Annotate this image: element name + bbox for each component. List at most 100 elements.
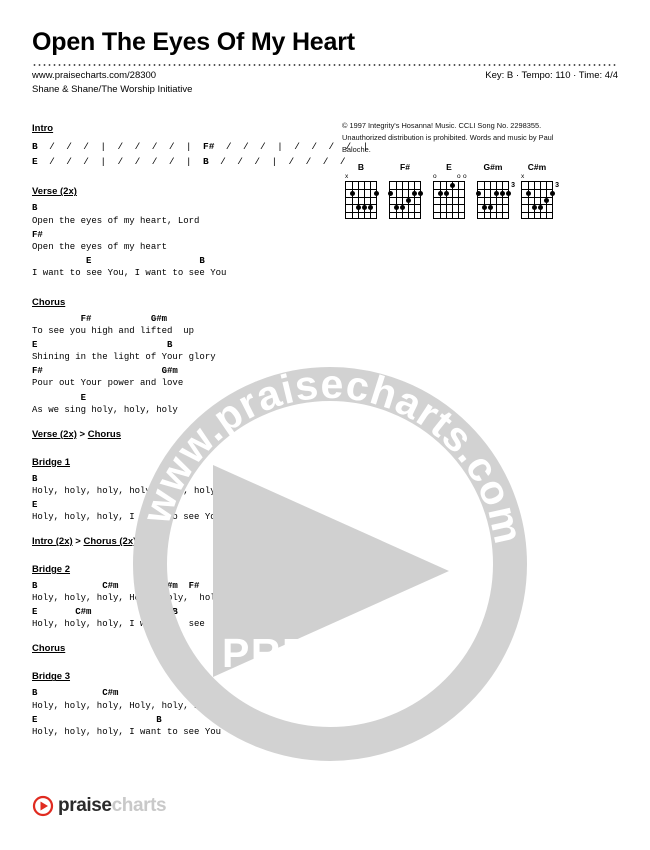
chord-line: F# G#m	[32, 366, 178, 377]
finger-dot	[349, 190, 355, 196]
finger-dot	[411, 190, 417, 196]
string-line	[446, 182, 447, 218]
string-line	[458, 182, 459, 218]
lyric-line: Open the eyes of my heart	[32, 241, 168, 252]
play-circle-icon	[32, 795, 54, 817]
finger-dot	[417, 190, 423, 196]
chart-body: Intro B / / / | / / / / | F# / / / | / / …	[32, 118, 369, 751]
nav-arrow: >	[79, 428, 86, 440]
finger-dot	[537, 205, 543, 211]
chord-diagram-row: Bx F# Eo o o G#m 3 C#m x 3	[342, 162, 559, 219]
fret-line	[434, 204, 464, 206]
open-string-icon: o	[433, 173, 437, 180]
section-nav-chorus: Chorus	[32, 643, 332, 654]
finger-dot	[475, 190, 481, 196]
chord-line: B C#m G#m F#	[32, 581, 200, 592]
chord-diagram-name: C#m	[527, 162, 547, 172]
open-mute-markers: ooo	[430, 173, 468, 181]
lyric-line: As we sing holy, holy, holy	[32, 404, 178, 415]
fretboard-grid: 3	[521, 181, 559, 219]
nav-section-link[interactable]: Chorus (2x)	[83, 536, 136, 547]
fret-line	[434, 196, 464, 198]
section-label: Bridge 2	[32, 564, 71, 576]
chord-line: B C#m	[32, 688, 119, 699]
section-nav-verse-2x-: Verse (2x) > Chorus	[32, 429, 332, 440]
measure-line: E / / / | / / / / | B / / / | / / / /	[32, 156, 346, 168]
section-chorus: Chorus F# G#m To see you high and lifted …	[32, 292, 332, 417]
section-nav-intro-2x-: Intro (2x) > Chorus (2x)	[32, 536, 332, 547]
open-string-icon: o	[457, 173, 461, 180]
base-fret-number: 3	[511, 182, 515, 189]
section-bridge-1: Bridge 1 B Holy, holy, holy, holy, holy, h…	[32, 452, 332, 524]
nav-line: Chorus	[32, 643, 332, 654]
string-line	[490, 182, 491, 218]
string-line	[358, 182, 359, 218]
finger-dot	[499, 190, 505, 196]
lyric-line: Holy, holy, holy, I want to see You	[32, 512, 222, 523]
lyric-line: I want to see You, I want to see You	[32, 267, 227, 278]
lyric-line: Shining in the light of Your glory	[32, 352, 216, 363]
section-label: Chorus	[32, 296, 66, 308]
chord-line: E	[32, 392, 87, 403]
fretboard-grid	[345, 181, 379, 219]
finger-dot	[387, 190, 393, 196]
string-line	[540, 182, 541, 218]
logo-text-light: charts	[111, 795, 167, 816]
chord-diagram-csharpm: C#m x 3	[518, 162, 559, 219]
nav-arrow: >	[75, 536, 81, 548]
finger-dot	[443, 190, 449, 196]
string-line	[396, 182, 397, 218]
chord-line: F# G#m	[32, 313, 168, 324]
fret-line	[478, 196, 508, 198]
header-divider	[32, 64, 618, 66]
praisecharts-logo[interactable]: praisecharts	[32, 795, 167, 817]
copyright-text: © 1997 Integrity's Hosanna! Music. CCLI …	[342, 121, 554, 155]
fret-line	[346, 211, 376, 213]
finger-dot	[405, 198, 411, 203]
chord-line: E B	[32, 714, 162, 725]
artist-name: Shane & Shane/The Worship Initiative	[32, 84, 193, 95]
string-line	[440, 182, 441, 218]
chord-diagram-e: Eooo	[430, 162, 468, 219]
fret-line	[522, 204, 552, 206]
lyric-line: Open the eyes of my heart, Lord	[32, 215, 200, 226]
lyric-line: Holy, holy, holy, I want to see You	[32, 726, 222, 737]
finger-dot	[355, 205, 361, 211]
nav-section-link[interactable]: Intro (2x)	[32, 536, 73, 547]
chord-diagram-name: G#m	[483, 162, 503, 172]
fretboard-grid	[433, 181, 465, 219]
lyric-line: Holy, holy, holy, holy, holy, holy	[32, 485, 216, 496]
section-label: Intro	[32, 123, 54, 134]
fret-line	[390, 196, 420, 198]
chord-line: B	[32, 203, 38, 214]
source-url[interactable]: www.praisecharts.com/28300	[32, 70, 156, 81]
lyric-line: Pour out Your power and love	[32, 378, 184, 389]
string-line	[484, 182, 485, 218]
logo-wordmark: praisecharts	[58, 795, 167, 817]
finger-dot	[449, 183, 455, 189]
section-label: Bridge 1	[32, 456, 71, 468]
finger-dot	[549, 190, 555, 196]
string-line	[534, 182, 535, 218]
chord-line: E B	[32, 255, 205, 266]
section-label: Bridge 3	[32, 671, 71, 683]
finger-dot	[525, 190, 531, 196]
chord-diagram-fsharp: F#	[386, 162, 424, 219]
string-line	[364, 182, 365, 218]
logo-text-dark: praise	[58, 795, 112, 816]
nav-line: Verse (2x) > Chorus	[32, 429, 332, 440]
measure-line: B / / / | / / / / | F# / / / | / / / / |	[32, 141, 369, 152]
fretboard-grid	[387, 181, 423, 219]
fret-line	[346, 196, 376, 198]
fret-line	[522, 211, 552, 213]
nav-section-link[interactable]: Chorus	[32, 643, 65, 654]
nav-section-link[interactable]: Chorus	[88, 429, 121, 440]
open-string-icon: o	[463, 173, 467, 180]
finger-dot	[543, 198, 549, 203]
string-line	[370, 182, 371, 218]
nav-section-link[interactable]: Verse (2x)	[32, 429, 77, 440]
finger-dot	[487, 205, 493, 211]
base-fret-number: 3	[555, 182, 559, 189]
chord-diagram-name: E	[446, 162, 452, 172]
string-line	[414, 182, 415, 218]
